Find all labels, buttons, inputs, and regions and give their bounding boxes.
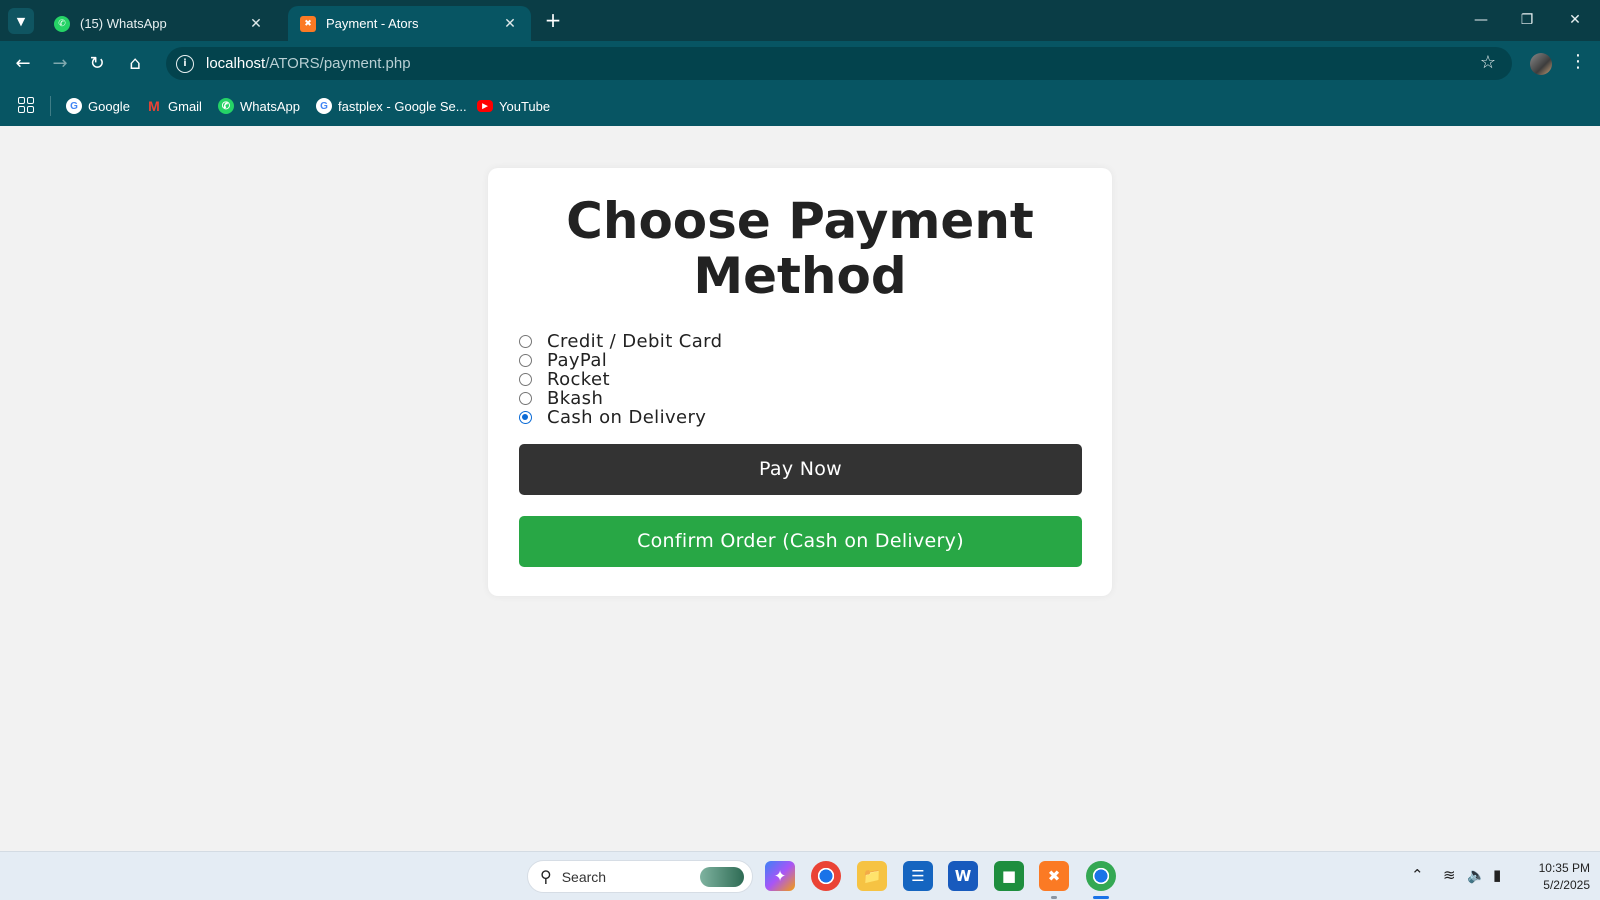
radio-button[interactable] [519,392,532,405]
bookmark-google[interactable]: G Google [66,96,130,116]
tab-bar: ▼ ✆ (15) WhatsApp ✕ ✖ Payment - Ators ✕ … [0,0,1600,41]
more-menu-icon[interactable]: ⋮ [1568,51,1588,72]
pay-now-button[interactable]: Pay Now [519,444,1082,495]
bookmark-whatsapp[interactable]: ✆ WhatsApp [218,96,300,116]
tab-whatsapp[interactable]: ✆ (15) WhatsApp ✕ [42,6,277,41]
chrome-icon[interactable] [811,861,841,891]
xampp-icon: ✖ [300,15,316,32]
bookmark-label: YouTube [499,98,551,114]
option-label: PayPal [547,350,608,371]
taskbar: ⚲ Search ✦ 📁 ☰ W ■ ✖ ⌃ ≋ 🔈 ▮ 10:35 PM 5/… [0,851,1600,900]
copilot-icon[interactable]: ✦ [765,861,795,891]
payment-option-paypal[interactable]: PayPal [519,350,723,371]
bookmark-star-icon[interactable]: ☆ [1480,52,1496,73]
running-indicator [1051,896,1057,899]
bookmark-youtube[interactable]: ▶ YouTube [477,96,550,116]
clock-date: 5/2/2025 [1543,878,1590,892]
tab-search-chevron-icon[interactable]: ▼ [8,8,34,34]
url-text[interactable]: localhost/ATORS/payment.php [206,55,411,72]
radio-button-selected[interactable] [519,411,532,424]
tab-payment[interactable]: ✖ Payment - Ators ✕ [288,6,531,41]
title-line-2: Method [693,247,907,305]
system-clock[interactable]: 10:35 PM 5/2/2025 [1522,860,1590,894]
payment-option-cod[interactable]: Cash on Delivery [519,407,723,428]
url-path: /ATORS/payment.php [265,55,411,72]
word-icon[interactable]: W [948,861,978,891]
payment-option-bkash[interactable]: Bkash [519,388,723,409]
new-tab-plus-icon[interactable]: + [542,9,564,31]
chrome-profile-icon[interactable] [1086,861,1116,891]
back-arrow-icon[interactable]: ← [9,50,37,78]
option-label: Credit / Debit Card [547,331,723,352]
bookmark-label: WhatsApp [240,98,300,114]
search-icon: ⚲ [540,867,552,886]
classroom-icon[interactable]: ■ [994,861,1024,891]
payment-card: Choose Payment Method Credit / Debit Car… [488,168,1112,596]
youtube-icon: ▶ [477,100,493,112]
bookmarks-bar: G Google M Gmail ✆ WhatsApp G fastplex -… [0,86,1600,126]
active-app-indicator [1093,896,1109,899]
option-label: Bkash [547,388,604,409]
notepad-icon[interactable]: ☰ [903,861,933,891]
url-host: localhost [206,55,266,72]
taskbar-search[interactable]: ⚲ Search [527,860,753,893]
payment-option-rocket[interactable]: Rocket [519,369,723,390]
xampp-icon[interactable]: ✖ [1039,861,1069,891]
radio-button[interactable] [519,335,532,348]
payment-option-card[interactable]: Credit / Debit Card [519,331,723,352]
whatsapp-icon: ✆ [54,15,70,32]
forward-arrow-icon[interactable]: → [46,50,74,78]
bookmark-label: Gmail [168,98,202,114]
divider [50,96,51,116]
title-line-1: Choose Payment [566,192,1034,250]
file-explorer-icon[interactable]: 📁 [857,861,887,891]
google-icon: G [66,98,82,114]
home-icon[interactable]: ⌂ [121,50,149,78]
clock-time: 10:35 PM [1538,861,1590,875]
bookmark-fastplex[interactable]: G fastplex - Google Se... [316,96,467,116]
radio-button[interactable] [519,373,532,386]
bookmark-label: fastplex - Google Se... [338,98,467,114]
windows-start-icon[interactable] [485,863,511,889]
option-label: Rocket [547,369,610,390]
radio-button[interactable] [519,354,532,367]
volume-icon[interactable]: 🔈 [1467,866,1486,884]
search-placeholder: Search [561,868,607,885]
whatsapp-icon: ✆ [218,98,234,114]
close-icon[interactable]: ✕ [247,15,265,32]
apps-grid-icon[interactable] [18,97,34,113]
reload-icon[interactable]: ↻ [83,50,111,78]
page-title: Choose Payment Method [488,194,1112,304]
battery-icon[interactable]: ▮ [1493,866,1501,884]
restore-icon[interactable]: ❐ [1514,8,1540,32]
tab-title: (15) WhatsApp [80,16,167,31]
google-icon: G [316,98,332,114]
tab-title: Payment - Ators [326,16,419,31]
bookmark-label: Google [88,98,130,114]
bookmark-gmail[interactable]: M Gmail [146,96,202,116]
gmail-icon: M [148,98,160,114]
payment-options: Credit / Debit Card PayPal Rocket Bkash … [519,331,723,428]
address-bar[interactable]: i localhost/ATORS/payment.php ☆ [166,47,1512,80]
site-info-icon[interactable]: i [176,54,194,73]
browser-toolbar: ← → ↻ ⌂ i localhost/ATORS/payment.php ☆ … [0,41,1600,86]
chevron-up-icon[interactable]: ⌃ [1411,866,1424,884]
close-icon[interactable]: ✕ [501,15,519,32]
confirm-order-button[interactable]: Confirm Order (Cash on Delivery) [519,516,1082,567]
wifi-icon[interactable]: ≋ [1443,866,1456,884]
option-label: Cash on Delivery [547,407,707,428]
minimize-icon[interactable]: — [1468,8,1494,32]
profile-avatar[interactable] [1530,53,1552,75]
page-content: Choose Payment Method Credit / Debit Car… [0,126,1600,851]
search-highlight-image [700,867,744,887]
close-window-icon[interactable]: ✕ [1562,8,1588,32]
